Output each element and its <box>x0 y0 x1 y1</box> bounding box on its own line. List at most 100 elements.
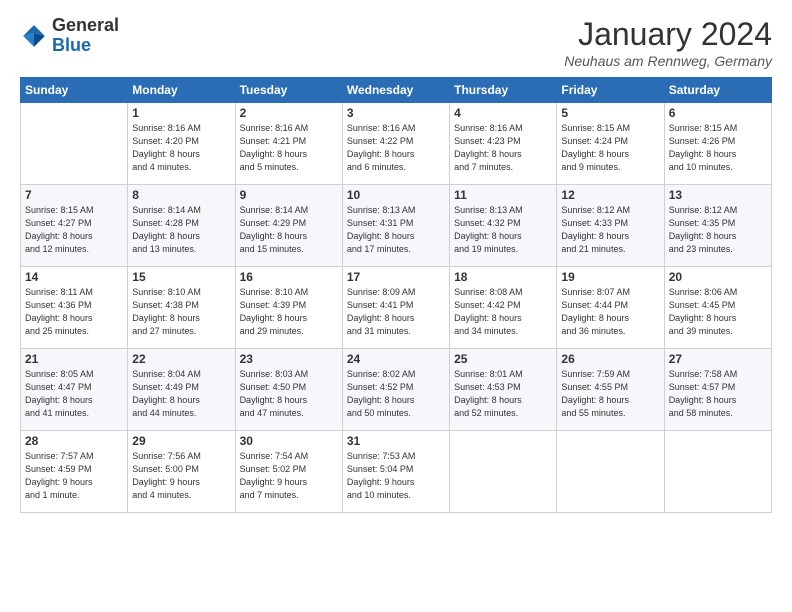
calendar-cell: 23 Sunrise: 8:03 AMSunset: 4:50 PMDayligh… <box>235 349 342 431</box>
cell-info: Sunrise: 7:59 AMSunset: 4:55 PMDaylight:… <box>561 368 659 420</box>
week-row-3: 14 Sunrise: 8:11 AMSunset: 4:36 PMDayligh… <box>21 267 772 349</box>
calendar-cell <box>557 431 664 513</box>
week-row-1: 1 Sunrise: 8:16 AMSunset: 4:20 PMDaylight… <box>21 103 772 185</box>
calendar-cell: 26 Sunrise: 7:59 AMSunset: 4:55 PMDayligh… <box>557 349 664 431</box>
calendar-cell: 28 Sunrise: 7:57 AMSunset: 4:59 PMDayligh… <box>21 431 128 513</box>
calendar-cell: 27 Sunrise: 7:58 AMSunset: 4:57 PMDayligh… <box>664 349 771 431</box>
day-number: 24 <box>347 352 445 366</box>
cell-info: Sunrise: 7:58 AMSunset: 4:57 PMDaylight:… <box>669 368 767 420</box>
cell-info: Sunrise: 8:14 AMSunset: 4:28 PMDaylight:… <box>132 204 230 256</box>
day-number: 28 <box>25 434 123 448</box>
cell-info: Sunrise: 8:15 AMSunset: 4:27 PMDaylight:… <box>25 204 123 256</box>
day-number: 3 <box>347 106 445 120</box>
logo: General Blue <box>20 16 119 56</box>
calendar-cell: 11Sunrise: 8:13 AMSunset: 4:32 PMDayligh… <box>450 185 557 267</box>
day-number: 5 <box>561 106 659 120</box>
calendar-cell: 19 Sunrise: 8:07 AMSunset: 4:44 PMDayligh… <box>557 267 664 349</box>
day-number: 1 <box>132 106 230 120</box>
weekday-header-wednesday: Wednesday <box>342 78 449 103</box>
cell-info: Sunrise: 7:56 AMSunset: 5:00 PMDaylight:… <box>132 450 230 502</box>
weekday-header-saturday: Saturday <box>664 78 771 103</box>
calendar-cell: 1 Sunrise: 8:16 AMSunset: 4:20 PMDaylight… <box>128 103 235 185</box>
calendar-cell: 2Sunrise: 8:16 AMSunset: 4:21 PMDaylight… <box>235 103 342 185</box>
cell-info: Sunrise: 8:12 AMSunset: 4:35 PMDaylight:… <box>669 204 767 256</box>
page: General Blue January 2024 Neuhaus am Ren… <box>0 0 792 612</box>
day-number: 19 <box>561 270 659 284</box>
weekday-header-monday: Monday <box>128 78 235 103</box>
calendar-cell: 12Sunrise: 8:12 AMSunset: 4:33 PMDayligh… <box>557 185 664 267</box>
calendar-cell: 29 Sunrise: 7:56 AMSunset: 5:00 PMDayligh… <box>128 431 235 513</box>
weekday-header-sunday: Sunday <box>21 78 128 103</box>
day-number: 13 <box>669 188 767 202</box>
cell-info: Sunrise: 8:10 AMSunset: 4:39 PMDaylight:… <box>240 286 338 338</box>
day-number: 6 <box>669 106 767 120</box>
day-number: 14 <box>25 270 123 284</box>
day-number: 26 <box>561 352 659 366</box>
cell-info: Sunrise: 8:08 AMSunset: 4:42 PMDaylight:… <box>454 286 552 338</box>
cell-info: Sunrise: 8:04 AMSunset: 4:49 PMDaylight:… <box>132 368 230 420</box>
calendar-cell: 17 Sunrise: 8:09 AMSunset: 4:41 PMDayligh… <box>342 267 449 349</box>
calendar-cell: 22Sunrise: 8:04 AMSunset: 4:49 PMDayligh… <box>128 349 235 431</box>
cell-info: Sunrise: 7:54 AMSunset: 5:02 PMDaylight:… <box>240 450 338 502</box>
calendar-cell <box>450 431 557 513</box>
cell-info: Sunrise: 8:14 AMSunset: 4:29 PMDaylight:… <box>240 204 338 256</box>
calendar-cell: 4 Sunrise: 8:16 AMSunset: 4:23 PMDaylight… <box>450 103 557 185</box>
day-number: 15 <box>132 270 230 284</box>
cell-info: Sunrise: 8:06 AMSunset: 4:45 PMDaylight:… <box>669 286 767 338</box>
day-number: 29 <box>132 434 230 448</box>
day-number: 8 <box>132 188 230 202</box>
calendar-cell: 25Sunrise: 8:01 AMSunset: 4:53 PMDayligh… <box>450 349 557 431</box>
calendar-cell: 20 Sunrise: 8:06 AMSunset: 4:45 PMDayligh… <box>664 267 771 349</box>
day-number: 23 <box>240 352 338 366</box>
day-number: 17 <box>347 270 445 284</box>
logo-text: General Blue <box>52 16 119 56</box>
day-number: 27 <box>669 352 767 366</box>
day-number: 21 <box>25 352 123 366</box>
calendar-cell: 30 Sunrise: 7:54 AMSunset: 5:02 PMDayligh… <box>235 431 342 513</box>
calendar-cell: 15Sunrise: 8:10 AMSunset: 4:38 PMDayligh… <box>128 267 235 349</box>
day-number: 4 <box>454 106 552 120</box>
weekday-header-thursday: Thursday <box>450 78 557 103</box>
cell-info: Sunrise: 7:53 AMSunset: 5:04 PMDaylight:… <box>347 450 445 502</box>
cell-info: Sunrise: 8:16 AMSunset: 4:20 PMDaylight:… <box>132 122 230 174</box>
day-number: 30 <box>240 434 338 448</box>
weekday-header-tuesday: Tuesday <box>235 78 342 103</box>
day-number: 20 <box>669 270 767 284</box>
calendar-cell <box>664 431 771 513</box>
cell-info: Sunrise: 8:02 AMSunset: 4:52 PMDaylight:… <box>347 368 445 420</box>
calendar-cell: 8 Sunrise: 8:14 AMSunset: 4:28 PMDaylight… <box>128 185 235 267</box>
cell-info: Sunrise: 8:15 AMSunset: 4:26 PMDaylight:… <box>669 122 767 174</box>
day-number: 18 <box>454 270 552 284</box>
cell-info: Sunrise: 8:16 AMSunset: 4:23 PMDaylight:… <box>454 122 552 174</box>
cell-info: Sunrise: 8:11 AMSunset: 4:36 PMDaylight:… <box>25 286 123 338</box>
weekday-header-friday: Friday <box>557 78 664 103</box>
weekday-header-row: SundayMondayTuesdayWednesdayThursdayFrid… <box>21 78 772 103</box>
day-number: 11 <box>454 188 552 202</box>
day-number: 7 <box>25 188 123 202</box>
title-section: January 2024 Neuhaus am Rennweg, Germany <box>564 16 772 69</box>
day-number: 9 <box>240 188 338 202</box>
cell-info: Sunrise: 7:57 AMSunset: 4:59 PMDaylight:… <box>25 450 123 502</box>
calendar-cell: 5 Sunrise: 8:15 AMSunset: 4:24 PMDaylight… <box>557 103 664 185</box>
cell-info: Sunrise: 8:05 AMSunset: 4:47 PMDaylight:… <box>25 368 123 420</box>
cell-info: Sunrise: 8:03 AMSunset: 4:50 PMDaylight:… <box>240 368 338 420</box>
cell-info: Sunrise: 8:13 AMSunset: 4:31 PMDaylight:… <box>347 204 445 256</box>
cell-info: Sunrise: 8:01 AMSunset: 4:53 PMDaylight:… <box>454 368 552 420</box>
day-number: 16 <box>240 270 338 284</box>
calendar-cell <box>21 103 128 185</box>
cell-info: Sunrise: 8:15 AMSunset: 4:24 PMDaylight:… <box>561 122 659 174</box>
calendar-cell: 21 Sunrise: 8:05 AMSunset: 4:47 PMDayligh… <box>21 349 128 431</box>
cell-info: Sunrise: 8:09 AMSunset: 4:41 PMDaylight:… <box>347 286 445 338</box>
calendar-cell: 13 Sunrise: 8:12 AMSunset: 4:35 PMDayligh… <box>664 185 771 267</box>
week-row-4: 21 Sunrise: 8:05 AMSunset: 4:47 PMDayligh… <box>21 349 772 431</box>
location: Neuhaus am Rennweg, Germany <box>564 53 772 69</box>
week-row-2: 7 Sunrise: 8:15 AMSunset: 4:27 PMDaylight… <box>21 185 772 267</box>
calendar-cell: 9 Sunrise: 8:14 AMSunset: 4:29 PMDaylight… <box>235 185 342 267</box>
calendar-cell: 6 Sunrise: 8:15 AMSunset: 4:26 PMDaylight… <box>664 103 771 185</box>
header: General Blue January 2024 Neuhaus am Ren… <box>20 16 772 69</box>
cell-info: Sunrise: 8:07 AMSunset: 4:44 PMDaylight:… <box>561 286 659 338</box>
calendar-cell: 10Sunrise: 8:13 AMSunset: 4:31 PMDayligh… <box>342 185 449 267</box>
calendar: SundayMondayTuesdayWednesdayThursdayFrid… <box>20 77 772 513</box>
calendar-cell: 24 Sunrise: 8:02 AMSunset: 4:52 PMDayligh… <box>342 349 449 431</box>
calendar-cell: 3Sunrise: 8:16 AMSunset: 4:22 PMDaylight… <box>342 103 449 185</box>
